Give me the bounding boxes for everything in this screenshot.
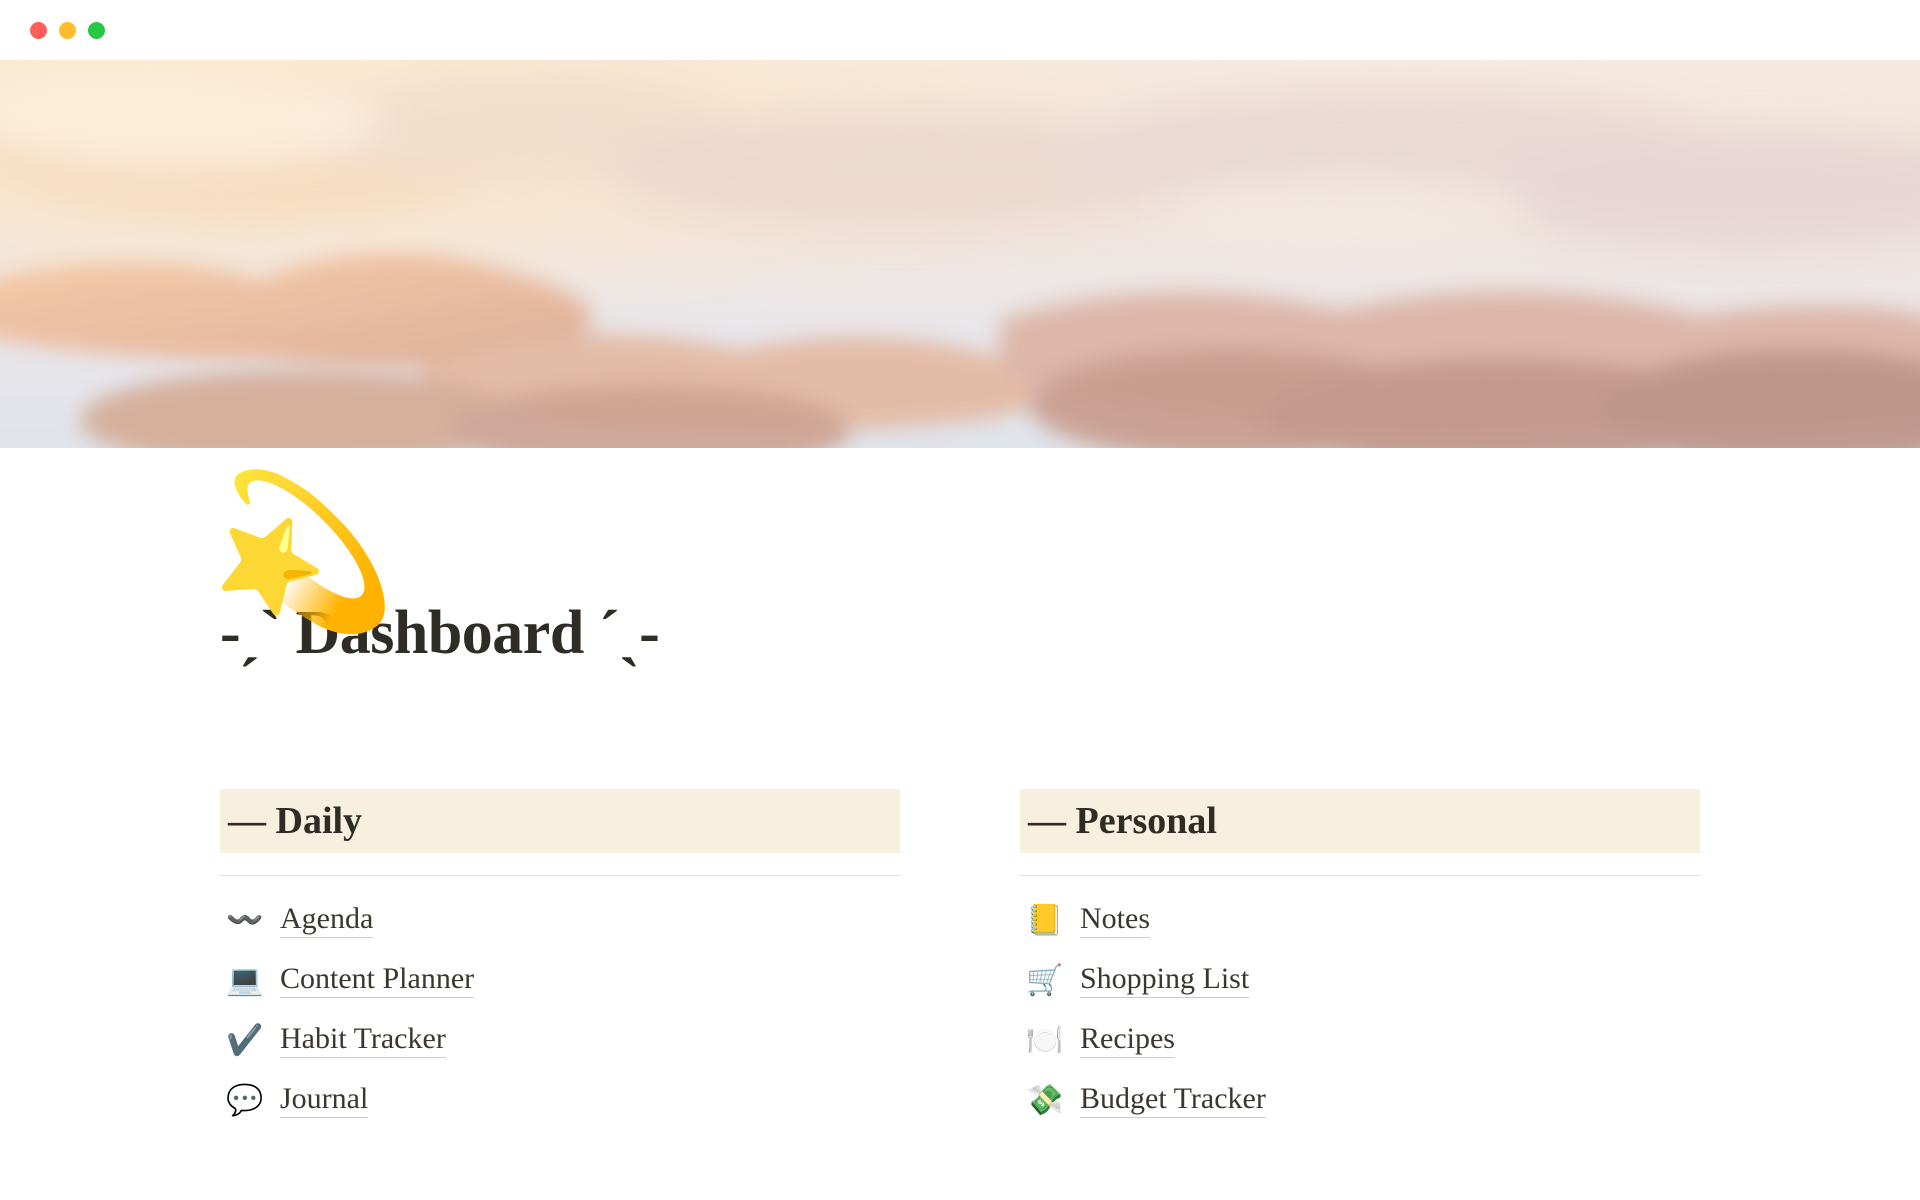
content-columns: — Daily 〰️ Agenda 💻 Content Planner ✔️ H… xyxy=(220,789,1700,1130)
page-link-label: Recipes xyxy=(1080,1022,1175,1058)
window-titlebar xyxy=(0,0,1920,60)
page-link-label: Budget Tracker xyxy=(1080,1082,1266,1118)
page-link-recipes[interactable]: 🍽️ Recipes xyxy=(1020,1010,1700,1070)
page-link-notes[interactable]: 📒 Notes xyxy=(1020,890,1700,950)
page-link-budget-tracker[interactable]: 💸 Budget Tracker xyxy=(1020,1070,1700,1130)
page-link-label: Shopping List xyxy=(1080,962,1249,998)
notebook-icon: 📒 xyxy=(1026,903,1066,938)
page-icon[interactable]: 💫 xyxy=(210,478,397,628)
window-close-button[interactable] xyxy=(30,22,47,39)
plate-icon: 🍽️ xyxy=(1026,1023,1066,1058)
speech-icon: 💬 xyxy=(226,1083,266,1118)
window-minimize-button[interactable] xyxy=(59,22,76,39)
page-link-label: Content Planner xyxy=(280,962,474,998)
window-maximize-button[interactable] xyxy=(88,22,105,39)
page-link-journal[interactable]: 💬 Journal xyxy=(220,1070,900,1130)
cart-icon: 🛒 xyxy=(1026,963,1066,998)
page-link-content-planner[interactable]: 💻 Content Planner xyxy=(220,950,900,1010)
page-link-habit-tracker[interactable]: ✔️ Habit Tracker xyxy=(220,1010,900,1070)
cover-image[interactable] xyxy=(0,60,1920,448)
laptop-icon: 💻 xyxy=(226,963,266,998)
check-icon: ✔️ xyxy=(226,1023,266,1058)
divider xyxy=(1020,875,1700,876)
divider xyxy=(220,875,900,876)
page-link-label: Habit Tracker xyxy=(280,1022,446,1058)
wave-icon: 〰️ xyxy=(226,903,266,938)
section-heading-daily[interactable]: — Daily xyxy=(220,789,900,853)
section-heading-personal[interactable]: — Personal xyxy=(1020,789,1700,853)
page-link-label: Journal xyxy=(280,1082,368,1118)
column-daily: — Daily 〰️ Agenda 💻 Content Planner ✔️ H… xyxy=(220,789,900,1130)
column-personal: — Personal 📒 Notes 🛒 Shopping List 🍽️ Re… xyxy=(1020,789,1700,1130)
page-link-shopping-list[interactable]: 🛒 Shopping List xyxy=(1020,950,1700,1010)
page-link-label: Notes xyxy=(1080,902,1150,938)
money-icon: 💸 xyxy=(1026,1083,1066,1118)
page-link-label: Agenda xyxy=(280,902,373,938)
page-link-agenda[interactable]: 〰️ Agenda xyxy=(220,890,900,950)
page-title[interactable]: -ˏˋ Dashboard ˊˎ- xyxy=(220,598,1700,669)
